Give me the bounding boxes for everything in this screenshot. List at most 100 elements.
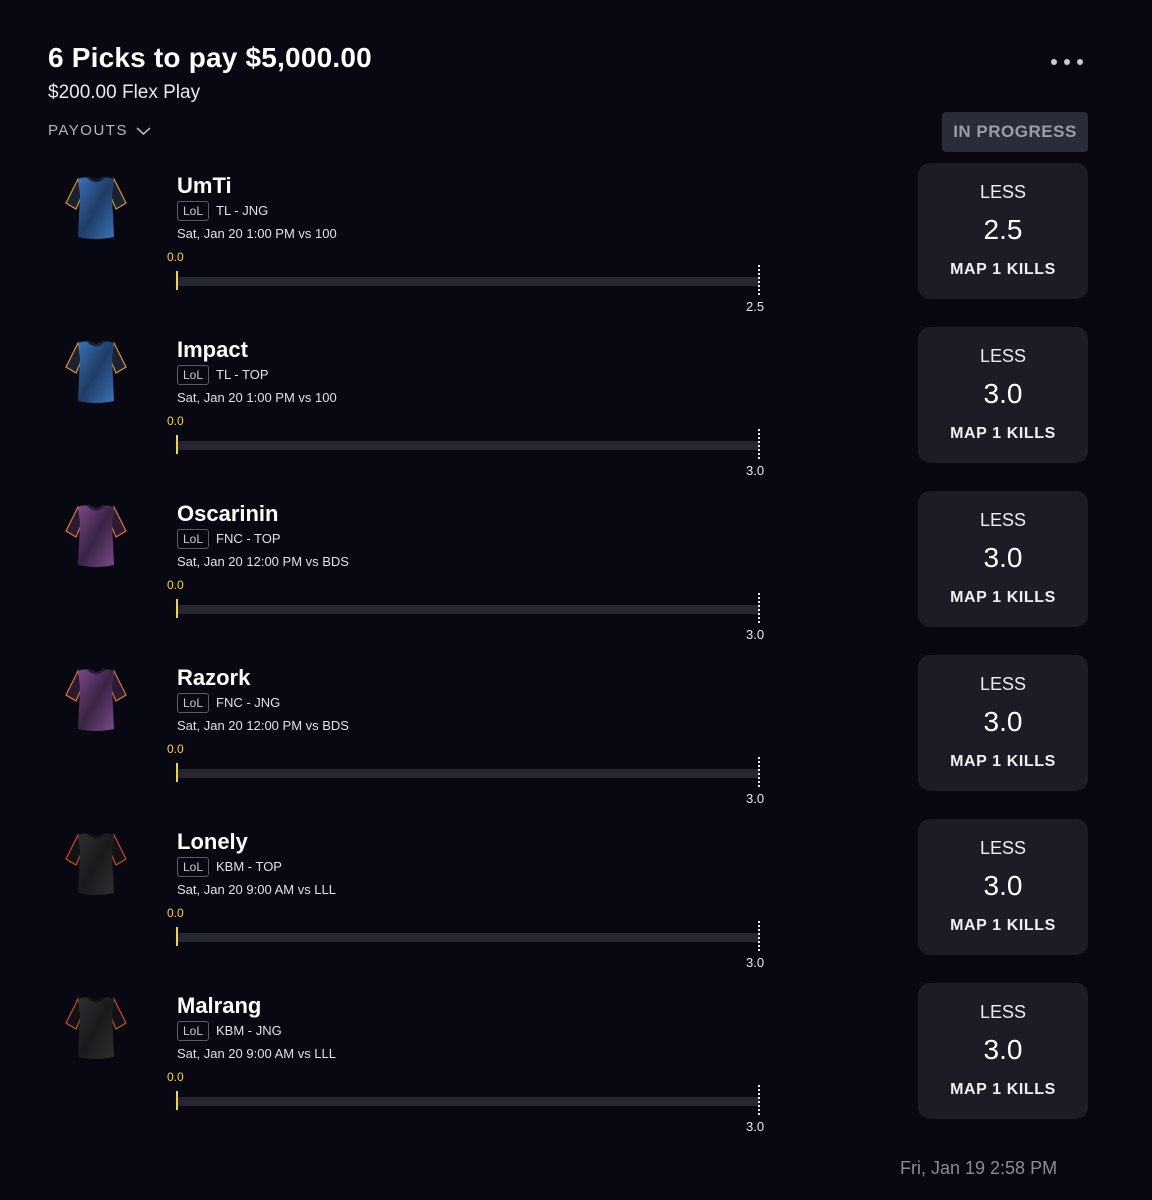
progress-bar [177, 1097, 759, 1106]
player-name: UmTi [177, 173, 232, 198]
player-name: Razork [177, 665, 251, 690]
tl-jersey-icon [65, 176, 127, 239]
pick-row: UmTi LoL TL - JNG Sat, Jan 20 1:00 PM vs… [0, 163, 1152, 337]
player-name: Lonely [177, 829, 248, 854]
pick-row: Razork LoL FNC - JNG Sat, Jan 20 12:00 P… [0, 655, 1152, 829]
line-marker [758, 757, 760, 787]
game-time: Sat, Jan 20 9:00 AM vs LLL [177, 882, 336, 897]
player-name: Oscarinin [177, 501, 279, 526]
pick-card[interactable]: LESS 3.0 MAP 1 KILLS [918, 327, 1088, 463]
pick-stat: MAP 1 KILLS [950, 261, 1056, 278]
game-time: Sat, Jan 20 1:00 PM vs 100 [177, 226, 337, 241]
pick-direction: LESS [979, 1002, 1027, 1022]
pick-row: Malrang LoL KBM - JNG Sat, Jan 20 9:00 A… [0, 983, 1152, 1157]
league-tag: LoL [177, 365, 210, 385]
team-position: KBM - JNG [216, 1023, 282, 1038]
pick-line: 3.0 [983, 1034, 1023, 1065]
progress-bar [177, 277, 759, 286]
pick-card[interactable]: LESS 3.0 MAP 1 KILLS [918, 491, 1088, 627]
chevron-down-icon [136, 126, 151, 135]
team-position: TL - JNG [216, 203, 269, 218]
pick-direction: LESS [979, 182, 1027, 202]
entry-type: $200.00 Flex Play [48, 82, 201, 103]
league-tag: LoL [177, 529, 210, 549]
pick-direction: LESS [979, 838, 1027, 858]
pick-line: 3.0 [983, 542, 1023, 573]
current-value: 0.0 [167, 414, 184, 428]
team-position: FNC - TOP [216, 531, 281, 546]
progress-bar [177, 605, 759, 614]
team-position: FNC - JNG [216, 695, 281, 710]
line-value: 3.0 [746, 791, 765, 806]
line-value: 3.0 [746, 463, 765, 478]
payouts-toggle[interactable]: PAYOUTS [48, 122, 151, 139]
line-value: 2.5 [746, 299, 765, 314]
line-value: 3.0 [746, 955, 765, 970]
pick-card[interactable]: LESS 2.5 MAP 1 KILLS [918, 163, 1088, 299]
current-value: 0.0 [167, 906, 184, 920]
kbm-jersey-icon [65, 996, 127, 1059]
created-timestamp: Fri, Jan 19 2:58 PM [900, 1158, 1058, 1178]
more-options-button[interactable] [1040, 50, 1094, 74]
line-marker [758, 265, 760, 295]
status-badge: IN PROGRESS [942, 112, 1088, 152]
pick-card[interactable]: LESS 3.0 MAP 1 KILLS [918, 819, 1088, 955]
pick-line: 3.0 [983, 706, 1023, 737]
league-tag: LoL [177, 201, 210, 221]
league-tag: LoL [177, 693, 210, 713]
page-title: 6 Picks to pay $5,000.00 [48, 42, 372, 73]
line-value: 3.0 [746, 627, 765, 642]
current-value: 0.0 [167, 1070, 184, 1084]
payouts-label: PAYOUTS [48, 122, 128, 139]
line-marker [758, 921, 760, 951]
pick-row: Impact LoL TL - TOP Sat, Jan 20 1:00 PM … [0, 327, 1152, 501]
progress-start-marker [176, 927, 178, 946]
line-marker [758, 429, 760, 459]
pick-direction: LESS [979, 346, 1027, 366]
pick-line: 2.5 [983, 214, 1023, 245]
player-name: Malrang [177, 993, 262, 1018]
current-value: 0.0 [167, 578, 184, 592]
pick-card[interactable]: LESS 3.0 MAP 1 KILLS [918, 983, 1088, 1119]
progress-bar [177, 769, 759, 778]
team-position: KBM - TOP [216, 859, 282, 874]
line-marker [758, 593, 760, 623]
progress-start-marker [176, 271, 178, 290]
pick-stat: MAP 1 KILLS [950, 589, 1056, 606]
line-marker [758, 1085, 760, 1115]
progress-bar [177, 933, 759, 942]
pick-card[interactable]: LESS 3.0 MAP 1 KILLS [918, 655, 1088, 791]
game-time: Sat, Jan 20 1:00 PM vs 100 [177, 390, 337, 405]
progress-start-marker [176, 1091, 178, 1110]
more-icon [1051, 59, 1083, 65]
progress-start-marker [176, 435, 178, 454]
progress-bar [177, 441, 759, 450]
pick-direction: LESS [979, 674, 1027, 694]
fnc-jersey-icon [65, 668, 127, 731]
fnc-jersey-icon [65, 504, 127, 567]
entry-card: 6 Picks to pay $5,000.00 $200.00 Flex Pl… [0, 0, 1152, 1200]
tl-jersey-icon [65, 340, 127, 403]
pick-line: 3.0 [983, 378, 1023, 409]
pick-row: Oscarinin LoL FNC - TOP Sat, Jan 20 12:0… [0, 491, 1152, 665]
current-value: 0.0 [167, 742, 184, 756]
game-time: Sat, Jan 20 9:00 AM vs LLL [177, 1046, 336, 1061]
kbm-jersey-icon [65, 832, 127, 895]
pick-row: Lonely LoL KBM - TOP Sat, Jan 20 9:00 AM… [0, 819, 1152, 993]
pick-direction: LESS [979, 510, 1027, 530]
player-name: Impact [177, 337, 248, 362]
progress-start-marker [176, 599, 178, 618]
pick-stat: MAP 1 KILLS [950, 917, 1056, 934]
team-position: TL - TOP [216, 367, 269, 382]
pick-stat: MAP 1 KILLS [950, 753, 1056, 770]
league-tag: LoL [177, 1021, 210, 1041]
game-time: Sat, Jan 20 12:00 PM vs BDS [177, 554, 349, 569]
pick-stat: MAP 1 KILLS [950, 1081, 1056, 1098]
pick-stat: MAP 1 KILLS [950, 425, 1056, 442]
league-tag: LoL [177, 857, 210, 877]
current-value: 0.0 [167, 250, 184, 264]
game-time: Sat, Jan 20 12:00 PM vs BDS [177, 718, 349, 733]
progress-start-marker [176, 763, 178, 782]
pick-line: 3.0 [983, 870, 1023, 901]
line-value: 3.0 [746, 1119, 765, 1134]
